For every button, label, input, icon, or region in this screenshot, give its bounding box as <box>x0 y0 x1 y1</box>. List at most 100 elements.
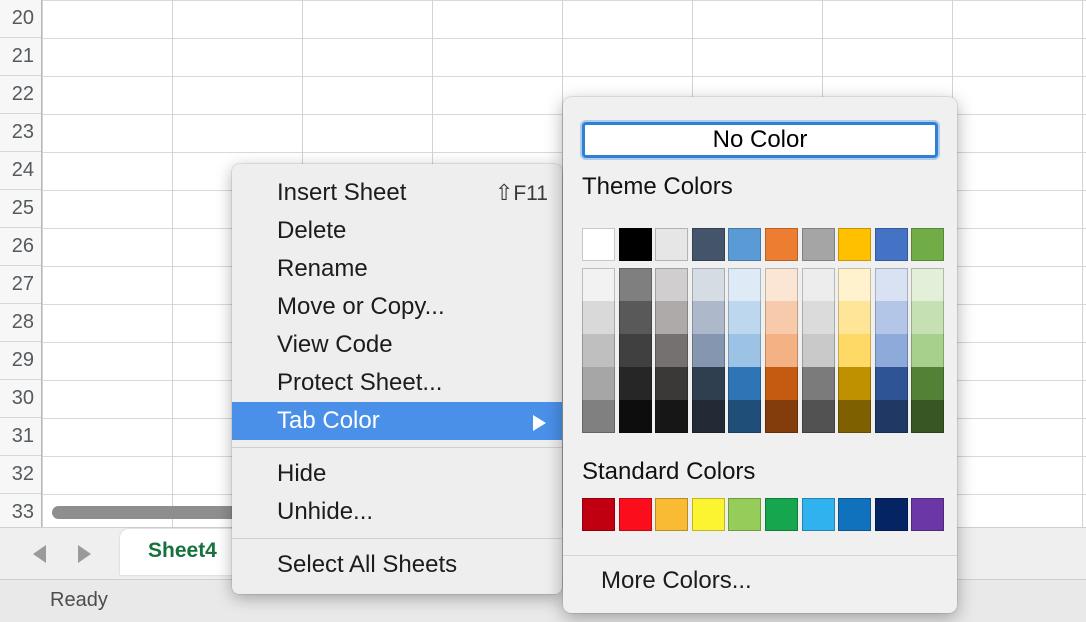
theme-color-swatch[interactable] <box>655 228 689 261</box>
row-header-column[interactable]: 2021222324252627282930313233343536 <box>0 0 42 622</box>
menu-item-rename[interactable]: Rename <box>232 250 562 288</box>
more-colors-button[interactable]: More Colors... <box>601 567 752 595</box>
theme-color-swatch[interactable] <box>691 268 725 301</box>
previous-sheet-button[interactable] <box>25 540 53 568</box>
theme-color-swatch[interactable] <box>874 400 908 433</box>
theme-color-swatch[interactable] <box>728 301 762 334</box>
theme-color-swatch[interactable] <box>874 334 908 367</box>
theme-color-swatch[interactable] <box>582 400 615 433</box>
theme-color-swatch[interactable] <box>691 301 725 334</box>
theme-color-swatch[interactable] <box>728 228 762 261</box>
row-header-28[interactable]: 28 <box>0 304 41 342</box>
standard-color-swatch[interactable] <box>765 498 798 531</box>
theme-color-swatch[interactable] <box>874 228 908 261</box>
menu-item-protect-sheet[interactable]: Protect Sheet... <box>232 364 562 402</box>
menu-item-select-all-sheets[interactable]: Select All Sheets <box>232 546 562 584</box>
theme-color-swatch[interactable] <box>728 367 762 400</box>
menu-item-view-code[interactable]: View Code <box>232 326 562 364</box>
row-header-31[interactable]: 31 <box>0 418 41 456</box>
theme-color-swatch[interactable] <box>655 268 689 301</box>
standard-color-swatch[interactable] <box>874 498 908 531</box>
row-header-29[interactable]: 29 <box>0 342 41 380</box>
row-header-30[interactable]: 30 <box>0 380 41 418</box>
theme-color-swatch[interactable] <box>618 228 652 261</box>
theme-color-swatch[interactable] <box>582 228 615 261</box>
theme-color-swatch[interactable] <box>765 268 798 301</box>
row-header-27[interactable]: 27 <box>0 266 41 304</box>
theme-color-swatch[interactable] <box>618 301 652 334</box>
sheet-context-menu[interactable]: Insert Sheet ⇧F11 Delete Rename Move or Copy… <box>232 164 562 594</box>
theme-color-swatch[interactable] <box>911 228 945 261</box>
menu-item-unhide[interactable]: Unhide... <box>232 493 562 531</box>
theme-color-swatch[interactable] <box>765 367 798 400</box>
theme-color-swatch[interactable] <box>874 268 908 301</box>
theme-color-swatch[interactable] <box>728 400 762 433</box>
theme-color-swatch[interactable] <box>874 367 908 400</box>
theme-color-swatch[interactable] <box>801 268 835 301</box>
theme-color-swatch[interactable] <box>911 268 945 301</box>
standard-color-swatch[interactable] <box>618 498 652 531</box>
row-header-32[interactable]: 32 <box>0 456 41 494</box>
theme-color-swatch[interactable] <box>655 334 689 367</box>
row-header-21[interactable]: 21 <box>0 38 41 76</box>
theme-color-swatch[interactable] <box>582 334 615 367</box>
theme-color-swatch[interactable] <box>728 334 762 367</box>
theme-color-swatch[interactable] <box>618 334 652 367</box>
row-header-22[interactable]: 22 <box>0 76 41 114</box>
theme-color-swatch[interactable] <box>911 334 945 367</box>
theme-color-swatch[interactable] <box>765 301 798 334</box>
standard-color-swatch[interactable] <box>911 498 945 531</box>
menu-item-tab-color[interactable]: Tab Color <box>232 402 562 440</box>
theme-color-swatch[interactable] <box>618 400 652 433</box>
theme-color-swatch[interactable] <box>874 301 908 334</box>
menu-item-delete[interactable]: Delete <box>232 212 562 250</box>
theme-color-swatch[interactable] <box>801 334 835 367</box>
standard-color-swatch[interactable] <box>691 498 725 531</box>
theme-color-swatch[interactable] <box>801 367 835 400</box>
standard-color-swatch[interactable] <box>728 498 762 531</box>
theme-color-swatch[interactable] <box>801 400 835 433</box>
tab-color-picker-panel[interactable]: No Color Theme Colors Standard Colors Mo… <box>563 97 957 613</box>
theme-color-swatch[interactable] <box>582 367 615 400</box>
theme-color-swatch[interactable] <box>582 301 615 334</box>
theme-color-swatch[interactable] <box>765 228 798 261</box>
theme-color-swatch[interactable] <box>801 228 835 261</box>
theme-color-swatch[interactable] <box>911 301 945 334</box>
theme-color-swatch[interactable] <box>838 301 872 334</box>
theme-color-swatch[interactable] <box>911 367 945 400</box>
theme-color-swatch[interactable] <box>691 367 725 400</box>
standard-color-swatch[interactable] <box>801 498 835 531</box>
theme-color-swatch[interactable] <box>655 301 689 334</box>
row-header-26[interactable]: 26 <box>0 228 41 266</box>
menu-item-insert-sheet[interactable]: Insert Sheet ⇧F11 <box>232 174 562 212</box>
next-sheet-button[interactable] <box>70 540 98 568</box>
theme-color-swatch[interactable] <box>838 268 872 301</box>
theme-color-swatch[interactable] <box>838 367 872 400</box>
standard-color-swatch[interactable] <box>655 498 689 531</box>
theme-color-swatch[interactable] <box>801 301 835 334</box>
theme-color-swatch[interactable] <box>765 400 798 433</box>
row-header-20[interactable]: 20 <box>0 0 41 38</box>
menu-item-move-or-copy[interactable]: Move or Copy... <box>232 288 562 326</box>
row-header-25[interactable]: 25 <box>0 190 41 228</box>
standard-color-swatch[interactable] <box>582 498 615 531</box>
theme-color-swatch[interactable] <box>728 268 762 301</box>
theme-color-swatch[interactable] <box>691 228 725 261</box>
theme-color-swatch[interactable] <box>838 334 872 367</box>
theme-color-swatch[interactable] <box>691 334 725 367</box>
theme-color-swatch[interactable] <box>838 228 872 261</box>
theme-color-swatch[interactable] <box>655 367 689 400</box>
theme-color-swatch[interactable] <box>618 268 652 301</box>
theme-color-swatch[interactable] <box>655 400 689 433</box>
theme-color-swatch[interactable] <box>618 367 652 400</box>
row-header-24[interactable]: 24 <box>0 152 41 190</box>
theme-color-swatch[interactable] <box>691 400 725 433</box>
theme-color-swatch[interactable] <box>838 400 872 433</box>
menu-item-hide[interactable]: Hide <box>232 455 562 493</box>
theme-color-swatch[interactable] <box>911 400 945 433</box>
standard-color-swatch[interactable] <box>838 498 872 531</box>
row-header-23[interactable]: 23 <box>0 114 41 152</box>
theme-color-swatch[interactable] <box>765 334 798 367</box>
theme-color-swatch[interactable] <box>582 268 615 301</box>
no-color-button[interactable]: No Color <box>582 122 938 158</box>
